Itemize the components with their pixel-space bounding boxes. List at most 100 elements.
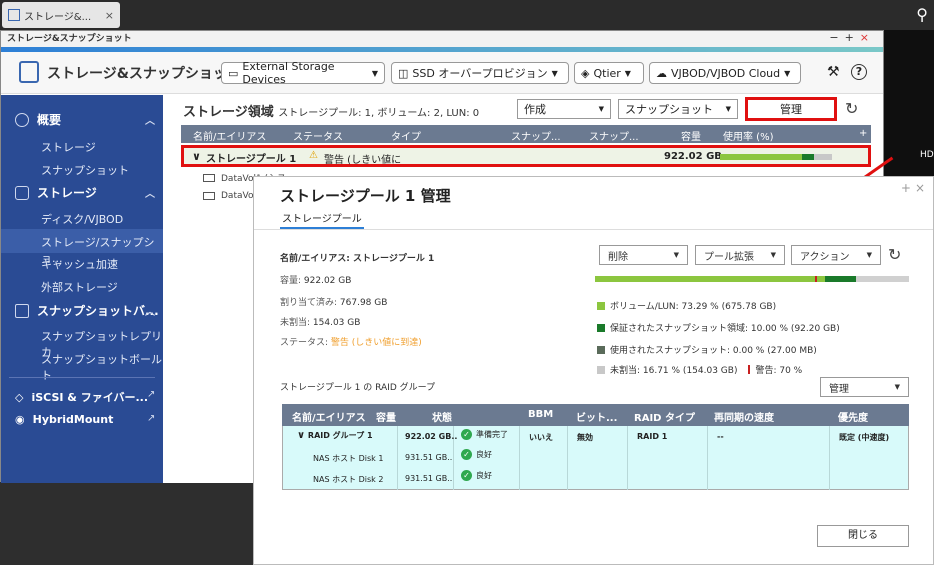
column-header[interactable]: 状態 bbox=[432, 409, 452, 424]
create-button[interactable]: 作成 ▼ bbox=[517, 99, 611, 119]
column-header[interactable]: BBM bbox=[528, 409, 553, 420]
chevron-down-icon: ▼ bbox=[725, 105, 731, 113]
sidebar-divider bbox=[9, 377, 155, 378]
column-header[interactable]: 容量 bbox=[681, 128, 701, 143]
pool-capacity: 922.02 GB bbox=[664, 151, 722, 162]
chevron-down-icon: ▼ bbox=[770, 251, 776, 259]
legend-swatch bbox=[597, 345, 605, 354]
sidebar-section-snapshot-backup[interactable]: スナップショットバ... ︿ bbox=[15, 302, 159, 319]
external-storage-button[interactable]: ▭ External Storage Devices ▼ bbox=[221, 60, 385, 86]
column-header[interactable]: 名前/エイリアス bbox=[292, 409, 366, 424]
raid-bbm: いいえ bbox=[529, 433, 553, 442]
tier-icon: ◈ bbox=[581, 66, 590, 80]
sidebar-item-disks[interactable]: ディスク/VJBOD bbox=[41, 211, 123, 227]
column-header[interactable]: スナップ... bbox=[511, 128, 561, 143]
chevron-down-icon: ▼ bbox=[866, 251, 872, 259]
warning-icon: ⚠ bbox=[309, 150, 318, 161]
check-circle-icon: ✓ bbox=[461, 470, 472, 481]
sidebar: 概要 ︿ ストレージ スナップショット ストレージ ︿ ディスク/VJBOD ストレ… bbox=[1, 95, 163, 483]
ssd-icon: ◫ bbox=[398, 66, 409, 80]
storage-app-icon bbox=[8, 9, 20, 21]
volume-icon bbox=[203, 192, 215, 200]
expand-pool-button[interactable]: プール拡張 ▼ bbox=[695, 245, 785, 265]
usage-volume-segment bbox=[720, 154, 802, 160]
sidebar-section-overview[interactable]: 概要 ︿ bbox=[15, 111, 155, 128]
legend-swatch bbox=[597, 301, 605, 310]
column-divider bbox=[627, 426, 628, 490]
sidebar-item-snapshot-vault[interactable]: スナップショットボールト bbox=[41, 351, 163, 383]
maximize-icon[interactable]: + bbox=[845, 31, 860, 44]
delete-button[interactable]: 削除 ▼ bbox=[599, 245, 688, 265]
chevron-down-icon: ▼ bbox=[894, 383, 900, 391]
unallocated-info: 未割当: 154.03 GB bbox=[280, 318, 361, 328]
vjbod-button[interactable]: ☁ VJBOD/VJBOD Cloud ▼ bbox=[649, 62, 801, 84]
maximize-icon[interactable]: + bbox=[901, 181, 915, 195]
column-header[interactable]: 容量 bbox=[376, 409, 396, 424]
manage-button[interactable]: 管理 bbox=[745, 97, 837, 121]
tab-storage-pool[interactable]: ストレージプール bbox=[282, 210, 362, 225]
app-title: ストレージ&スナップショット bbox=[47, 66, 241, 82]
close-button[interactable]: 閉じる bbox=[817, 525, 909, 547]
chevron-down-icon: ▼ bbox=[598, 105, 604, 113]
sidebar-link-hybridmount[interactable]: ◉ HybridMount bbox=[15, 413, 113, 426]
raid-table-body: ∨ RAID グループ 1 922.02 GB.. ✓ 準備完了 いいえ 無効 R… bbox=[282, 426, 909, 490]
iscsi-icon: ◇ bbox=[15, 390, 24, 404]
sidebar-item-external-storage[interactable]: 外部ストレージ bbox=[41, 279, 118, 295]
add-column-icon[interactable]: + bbox=[859, 128, 867, 139]
close-icon[interactable]: × bbox=[915, 181, 929, 195]
sidebar-item-storage-overview[interactable]: ストレージ bbox=[41, 139, 96, 155]
snapshot-button[interactable]: スナップショット ▼ bbox=[618, 99, 738, 119]
sidebar-section-storage[interactable]: ストレージ ︿ bbox=[15, 184, 155, 201]
column-header[interactable]: ステータス bbox=[293, 128, 343, 143]
chevron-down-icon: ∨ bbox=[297, 430, 306, 441]
column-header[interactable]: ビット... bbox=[576, 409, 617, 424]
capacity-usage-bar bbox=[595, 276, 909, 282]
column-header[interactable]: RAID タイプ bbox=[634, 409, 695, 424]
search-icon[interactable]: ⚲ bbox=[916, 5, 928, 24]
close-window-icon[interactable]: × bbox=[860, 31, 875, 44]
column-header[interactable]: 優先度 bbox=[838, 409, 868, 424]
desktop-background-bottom bbox=[0, 480, 260, 565]
chevron-up-icon: ︿ bbox=[145, 307, 155, 318]
sidebar-item-cache[interactable]: キャッシュ加速 bbox=[41, 256, 118, 272]
sidebar-item-snapshot-overview[interactable]: スナップショット bbox=[41, 162, 129, 178]
raid-manage-button[interactable]: 管理 ▼ bbox=[820, 377, 909, 397]
column-divider bbox=[829, 426, 830, 490]
status-badge: 警告 (しきい値に到達) bbox=[330, 338, 422, 348]
ssd-overprovisioning-button[interactable]: ◫ SSD オーバープロビジョン ▼ bbox=[391, 62, 569, 84]
refresh-icon[interactable]: ↻ bbox=[888, 245, 901, 264]
table-row[interactable]: ∨ RAID グループ 1 bbox=[297, 430, 373, 441]
sidebar-link-iscsi[interactable]: ◇ iSCSI & ファイバー... bbox=[15, 389, 148, 405]
column-header[interactable]: 名前/エイリアス bbox=[193, 128, 266, 143]
column-divider bbox=[519, 426, 520, 490]
column-header[interactable]: スナップ... bbox=[589, 128, 639, 143]
volume-row[interactable]: DataVol bbox=[203, 191, 256, 201]
threshold-marker bbox=[815, 276, 817, 282]
pool-usage-bar bbox=[720, 154, 832, 160]
qtier-button[interactable]: ◈ Qtier ▼ bbox=[574, 62, 644, 84]
browser-tab-bar bbox=[0, 0, 934, 30]
pool-status: 警告 (しきい値に bbox=[324, 155, 402, 166]
minimize-icon[interactable]: − bbox=[829, 31, 844, 44]
check-circle-icon: ✓ bbox=[461, 429, 472, 440]
raid-type: RAID 1 bbox=[637, 432, 668, 441]
column-header[interactable]: 使用率 (%) bbox=[723, 128, 773, 143]
disk-name[interactable]: NAS ホスト Disk 2 bbox=[313, 474, 383, 485]
raid-group-section-title: ストレージプール 1 の RAID グループ bbox=[280, 383, 436, 393]
tab-close-icon[interactable]: × bbox=[105, 9, 114, 22]
action-button[interactable]: アクション ▼ bbox=[791, 245, 881, 265]
drive-icon: ▭ bbox=[228, 66, 239, 80]
column-header[interactable]: タイプ bbox=[391, 128, 421, 143]
disk-name[interactable]: NAS ホスト Disk 1 bbox=[313, 453, 383, 464]
usage-snapshot-segment bbox=[825, 276, 856, 282]
external-link-icon: ↗ bbox=[147, 389, 156, 400]
storage-pool-row[interactable]: ∨ ストレージプール 1 ⚠ 警告 (しきい値に 922.02 GB bbox=[181, 145, 871, 167]
legend-unallocated: 未割当: 16.71 % (154.03 GB) 警告: 70 % bbox=[597, 363, 802, 376]
chevron-up-icon: ︿ bbox=[145, 189, 155, 200]
column-header[interactable]: 再同期の速度 bbox=[714, 409, 774, 424]
help-icon[interactable]: ? bbox=[851, 64, 867, 80]
settings-tool-icon[interactable]: ⚒ bbox=[827, 64, 840, 80]
threshold-label: 警告: 70 % bbox=[755, 366, 803, 376]
browser-tab[interactable]: ストレージ&... × bbox=[2, 2, 120, 28]
refresh-icon[interactable]: ↻ bbox=[845, 99, 858, 118]
